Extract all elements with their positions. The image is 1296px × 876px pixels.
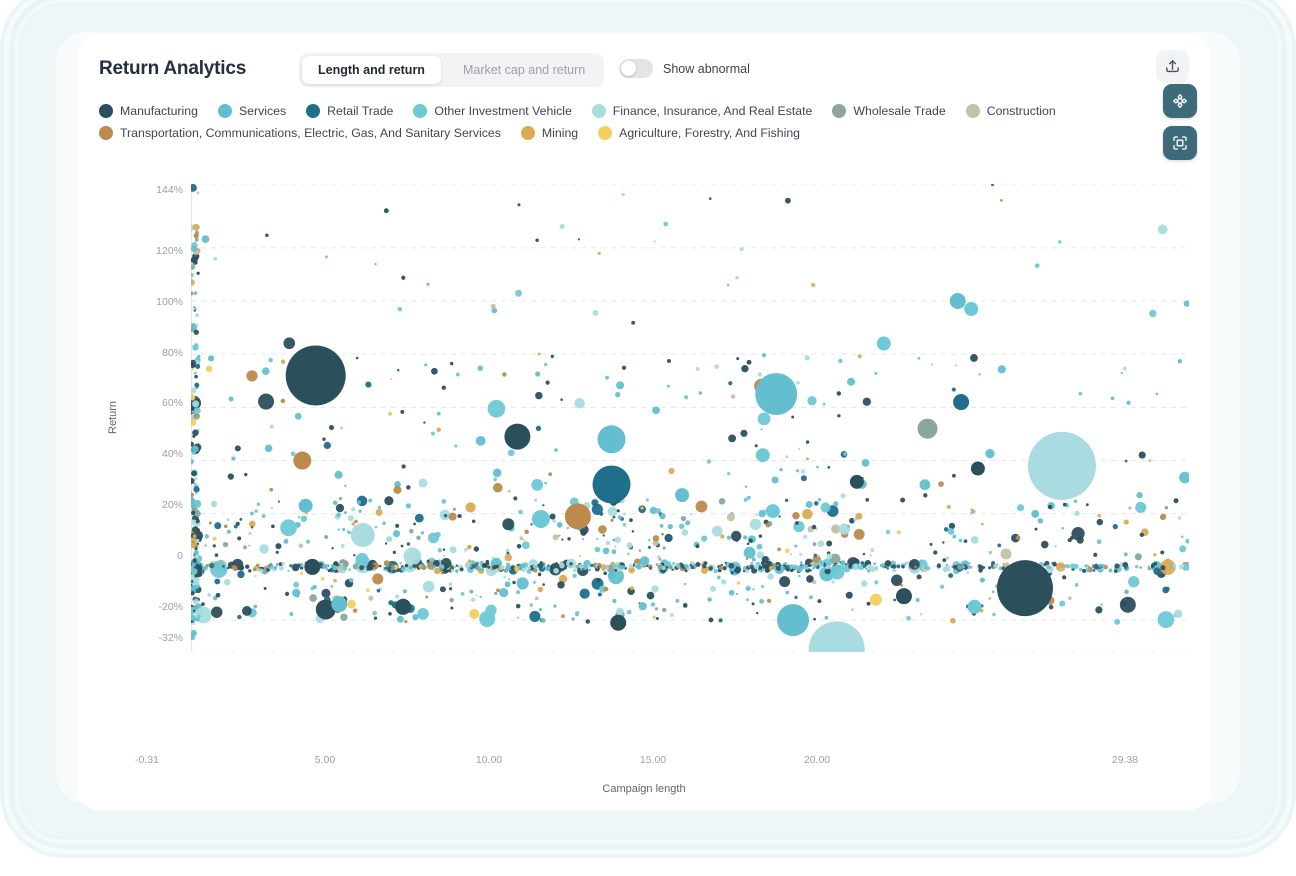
legend-swatch-icon	[99, 126, 113, 140]
legend-item-transportation-communications[interactable]: Transportation, Communications, Electric…	[99, 126, 501, 140]
legend-item-agriculture-forestry-fishing[interactable]: Agriculture, Forestry, And Fishing	[598, 126, 800, 140]
y-tick: 144%	[156, 184, 183, 196]
y-tick: 20%	[162, 499, 183, 511]
x-tick: 10.00	[476, 754, 502, 766]
show-abnormal-toggle-group[interactable]: Show abnormal	[619, 59, 750, 78]
x-axis-label: Campaign length	[99, 783, 1189, 795]
x-tick: -0.31	[135, 754, 159, 766]
y-tick: 120%	[156, 245, 183, 257]
y-tick: 60%	[162, 397, 183, 409]
legend-item-label: Transportation, Communications, Electric…	[120, 126, 501, 140]
fit-to-screen-button[interactable]	[1163, 126, 1197, 160]
card-header: Return Analytics Length and return Marke…	[99, 50, 1189, 94]
tab-market-cap-and-return[interactable]: Market cap and return	[447, 56, 601, 84]
legend-item-label: Other Investment Vehicle	[434, 104, 571, 118]
legend-item-label: Manufacturing	[120, 104, 198, 118]
legend-item-manufacturing[interactable]: Manufacturing	[99, 104, 198, 118]
legend-swatch-icon	[99, 104, 113, 118]
legend-swatch-icon	[218, 104, 232, 118]
scatter-plot[interactable]: Return Campaign length 144% 120% 100% 80…	[99, 184, 1189, 798]
y-axis-label: Return	[107, 401, 119, 434]
return-analytics-card: Return Analytics Length and return Marke…	[77, 34, 1211, 810]
legend-swatch-icon	[306, 104, 320, 118]
legend-item-finance-insurance-real-estate[interactable]: Finance, Insurance, And Real Estate	[592, 104, 813, 118]
view-mode-segmented-control[interactable]: Length and return Market cap and return	[299, 53, 604, 87]
upload-icon	[1164, 58, 1181, 75]
legend: Manufacturing Services Retail Trade Othe…	[99, 104, 1189, 148]
y-tick: 80%	[162, 347, 183, 359]
legend-row-1: Manufacturing Services Retail Trade Othe…	[99, 104, 1189, 118]
tab-length-and-return[interactable]: Length and return	[302, 56, 441, 84]
legend-item-label: Wholesale Trade	[853, 104, 945, 118]
plot-canvas[interactable]	[191, 184, 1189, 652]
legend-item-label: Agriculture, Forestry, And Fishing	[619, 126, 800, 140]
show-abnormal-label: Show abnormal	[663, 62, 750, 76]
target-icon	[1171, 92, 1189, 110]
export-button[interactable]	[1156, 50, 1189, 83]
switch-knob	[621, 61, 636, 76]
fullscreen-icon	[1171, 134, 1189, 152]
x-tick: 20.00	[804, 754, 830, 766]
y-tick: 100%	[156, 296, 183, 308]
legend-item-wholesale-trade[interactable]: Wholesale Trade	[832, 104, 945, 118]
page-title: Return Analytics	[99, 58, 246, 80]
device-frame: Return Analytics Length and return Marke…	[20, 4, 1276, 838]
y-tick: 40%	[162, 448, 183, 460]
legend-row-2: Transportation, Communications, Electric…	[99, 126, 1189, 140]
chart-tools	[1163, 84, 1197, 160]
legend-item-mining[interactable]: Mining	[521, 126, 578, 140]
legend-item-label: Mining	[542, 126, 578, 140]
legend-item-label: Services	[239, 104, 286, 118]
legend-item-label: Retail Trade	[327, 104, 393, 118]
legend-swatch-icon	[832, 104, 846, 118]
legend-swatch-icon	[413, 104, 427, 118]
x-axis-ticks: -0.31 5.00 10.00 15.00 20.00 29.38	[99, 754, 1189, 768]
x-tick: 15.00	[640, 754, 666, 766]
legend-swatch-icon	[521, 126, 535, 140]
legend-item-construction[interactable]: Construction	[966, 104, 1056, 118]
legend-swatch-icon	[598, 126, 612, 140]
show-abnormal-switch[interactable]	[619, 59, 653, 78]
y-tick: 0	[177, 550, 183, 562]
legend-swatch-icon	[966, 104, 980, 118]
y-axis-ticks: 144% 120% 100% 80% 60% 40% 20% 0 -20% -3…	[127, 184, 183, 798]
x-tick: 5.00	[315, 754, 335, 766]
legend-item-label: Construction	[987, 104, 1056, 118]
y-tick: -20%	[158, 601, 183, 613]
legend-item-services[interactable]: Services	[218, 104, 286, 118]
legend-item-other-investment-vehicle[interactable]: Other Investment Vehicle	[413, 104, 571, 118]
y-tick: -32%	[158, 632, 183, 644]
reset-view-button[interactable]	[1163, 84, 1197, 118]
legend-item-label: Finance, Insurance, And Real Estate	[613, 104, 813, 118]
legend-swatch-icon	[592, 104, 606, 118]
legend-item-retail-trade[interactable]: Retail Trade	[306, 104, 393, 118]
x-tick: 29.38	[1112, 754, 1138, 766]
